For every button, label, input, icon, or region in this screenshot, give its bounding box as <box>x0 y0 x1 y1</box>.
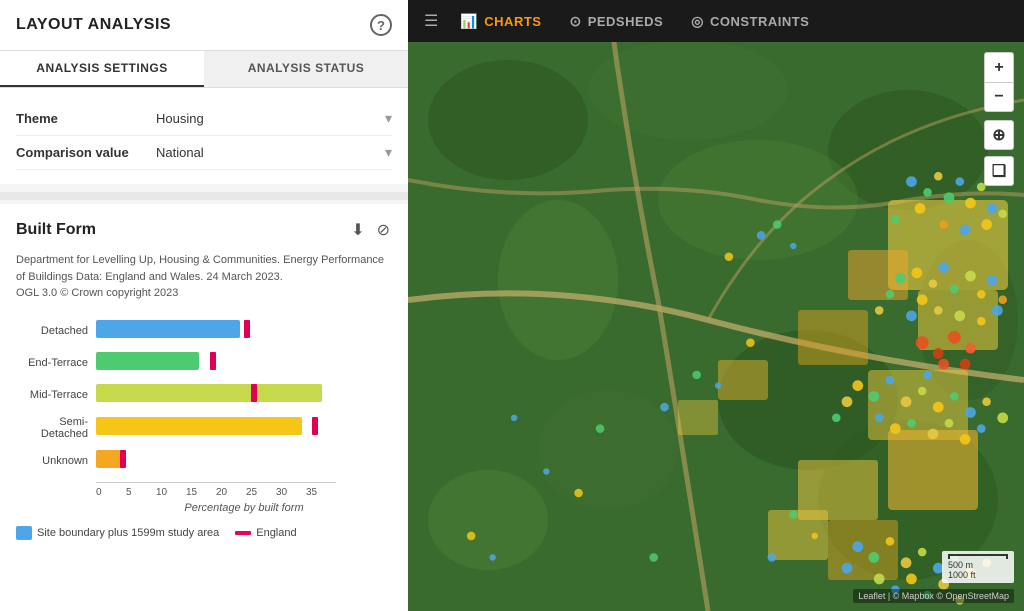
x-tick: 0 <box>96 487 126 498</box>
chart-bar-row: End-Terrace <box>16 352 392 374</box>
chart-bar-row: Semi-Detached <box>16 416 392 440</box>
chart-bar-row: Mid-Terrace <box>16 384 392 406</box>
nav-tab-icon: ◎ <box>691 13 704 30</box>
help-button[interactable]: ? <box>370 14 392 36</box>
bar-container <box>96 320 392 342</box>
theme-arrow: ▾ <box>385 110 392 127</box>
legend-site-label: Site boundary plus 1599m study area <box>37 527 219 539</box>
map-panel: ☰ 📊 CHARTS ⊙ PEDSHEDS ◎ CONSTRAINTS <box>408 0 1024 611</box>
tab-analysis-settings[interactable]: ANALYSIS SETTINGS <box>0 51 204 87</box>
map-background <box>408 0 1024 611</box>
legend-england-color <box>235 531 251 535</box>
heatmap-dots-svg <box>408 42 1024 611</box>
bar-label: Detached <box>16 325 96 337</box>
bar-england <box>120 450 126 468</box>
bar-container <box>96 450 392 472</box>
map-controls: + − ⊕ ❑ <box>984 52 1014 186</box>
x-tick: 20 <box>216 487 246 498</box>
x-tick: 15 <box>186 487 216 498</box>
x-tick: 30 <box>276 487 306 498</box>
bar-main <box>96 320 240 338</box>
map-nav: ☰ 📊 CHARTS ⊙ PEDSHEDS ◎ CONSTRAINTS <box>408 0 1024 42</box>
bar-main <box>96 384 322 402</box>
theme-value: Housing <box>156 111 385 126</box>
bar-england <box>244 320 250 338</box>
x-tick: 10 <box>156 487 186 498</box>
nav-tabs: 📊 CHARTS ⊙ PEDSHEDS ◎ CONSTRAINTS <box>446 5 1016 38</box>
x-axis: 05101520253035 <box>96 482 336 498</box>
panel-title: LAYOUT ANALYSIS <box>16 16 171 34</box>
bar-england <box>210 352 216 370</box>
nav-tab-constraints[interactable]: ◎ CONSTRAINTS <box>677 5 823 38</box>
tab-analysis-status[interactable]: ANALYSIS STATUS <box>204 51 408 87</box>
chart-section: Built Form ⬇ ⊘ Department for Levelling … <box>0 204 408 611</box>
zoom-out-button[interactable]: − <box>984 82 1014 112</box>
comparison-arrow: ▾ <box>385 144 392 161</box>
nav-tab-label: PEDSHEDS <box>588 14 664 29</box>
legend-site: Site boundary plus 1599m study area <box>16 526 219 540</box>
chart-title: Built Form <box>16 221 96 239</box>
settings-section: Theme Housing ▾ Comparison value Nationa… <box>0 88 408 184</box>
chart-bar-row: Detached <box>16 320 392 342</box>
legend-england-label: England <box>256 527 296 539</box>
chart-icons: ⬇ ⊘ <box>349 218 392 242</box>
nav-tab-charts[interactable]: 📊 CHARTS <box>446 5 555 38</box>
map-attribution: Leaflet | © Mapbox © OpenStreetMap <box>853 589 1014 603</box>
download-button[interactable]: ⬇ <box>349 218 366 242</box>
zoom-controls: + − <box>984 52 1014 112</box>
chart-legend: Site boundary plus 1599m study area Engl… <box>16 526 392 540</box>
bar-label: Semi-Detached <box>16 416 96 440</box>
locate-button[interactable]: ⊕ <box>984 120 1014 150</box>
bar-main <box>96 450 123 468</box>
bar-container <box>96 417 392 439</box>
scale-500m: 500 m <box>948 560 1008 570</box>
nav-hamburger[interactable]: ☰ <box>416 7 446 35</box>
visibility-button[interactable]: ⊘ <box>375 218 392 242</box>
x-tick: 5 <box>126 487 156 498</box>
chart-description: Department for Levelling Up, Housing & C… <box>16 252 392 302</box>
comparison-value: National <box>156 145 385 160</box>
x-tick: 35 <box>306 487 336 498</box>
bar-container <box>96 352 392 374</box>
panel-header: LAYOUT ANALYSIS ? <box>0 0 408 51</box>
scale-1000ft: 1000 ft <box>948 570 1008 580</box>
theme-label: Theme <box>16 111 156 126</box>
comparison-row: Comparison value National ▾ <box>16 136 392 170</box>
legend-england: England <box>235 527 296 539</box>
map-scale: 500 m 1000 ft <box>942 551 1014 583</box>
x-tick: 25 <box>246 487 276 498</box>
nav-tab-icon: 📊 <box>460 13 478 30</box>
layers-button[interactable]: ❑ <box>984 156 1014 186</box>
x-axis-title: Percentage by built form <box>96 502 392 514</box>
bar-england <box>312 417 318 435</box>
legend-site-color <box>16 526 32 540</box>
theme-row: Theme Housing ▾ <box>16 102 392 136</box>
bar-main <box>96 417 302 435</box>
zoom-in-button[interactable]: + <box>984 52 1014 82</box>
nav-tab-label: CHARTS <box>484 14 541 29</box>
left-panel: LAYOUT ANALYSIS ? ANALYSIS SETTINGS ANAL… <box>0 0 408 611</box>
chart-bar-row: Unknown <box>16 450 392 472</box>
nav-tab-icon: ⊙ <box>569 13 581 30</box>
bar-england <box>251 384 257 402</box>
bar-main <box>96 352 199 370</box>
bar-label: Mid-Terrace <box>16 389 96 401</box>
bar-container <box>96 384 392 406</box>
bar-label: Unknown <box>16 455 96 467</box>
nav-tab-pedsheds[interactable]: ⊙ PEDSHEDS <box>555 5 677 38</box>
chart-header: Built Form ⬇ ⊘ <box>16 218 392 242</box>
tabs-row: ANALYSIS SETTINGS ANALYSIS STATUS <box>0 51 408 88</box>
bar-label: End-Terrace <box>16 357 96 369</box>
divider <box>0 192 408 200</box>
nav-tab-label: CONSTRAINTS <box>710 14 809 29</box>
comparison-label: Comparison value <box>16 145 156 160</box>
bar-chart: Detached End-Terrace Mid-Terrace <box>16 316 392 498</box>
